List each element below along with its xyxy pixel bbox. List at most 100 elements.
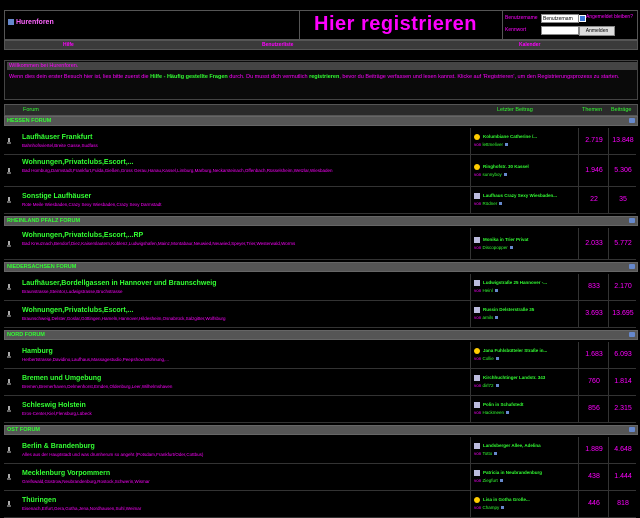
- help-link[interactable]: Hilfe - Häufig gestellte Fragen: [150, 74, 228, 80]
- collapse-icon[interactable]: [629, 332, 635, 337]
- forum-subforums[interactable]: Braunschweig,Delster,Goslar,Göttingen,Ha…: [22, 316, 462, 322]
- last-post-user[interactable]: Ziegfurt: [483, 478, 498, 483]
- last-post-title[interactable]: Laufhaus Crazy Sexy Wiesbaden...: [483, 193, 557, 198]
- register-link[interactable]: registrieren: [309, 74, 339, 80]
- forum-title[interactable]: Laufhäuser Frankfurt: [22, 134, 92, 141]
- goto-last-post-icon[interactable]: [506, 411, 510, 414]
- forum-title[interactable]: Wohnungen,Privatclubs,Escort,...: [22, 159, 134, 166]
- forum-title[interactable]: Thüringen: [22, 497, 56, 504]
- forum-subforums[interactable]: Bahnhofsviertel,Breite Gasse,Sudfass: [22, 143, 462, 149]
- forum-subforums[interactable]: Braunstrasse,Steintor,Ludwigstrasse,Bruc…: [22, 289, 462, 295]
- goto-last-post-icon[interactable]: [509, 245, 513, 249]
- nav-calendar[interactable]: Kalender: [519, 41, 540, 49]
- last-post-author: von Champy: [474, 505, 505, 510]
- goto-last-post-icon[interactable]: [501, 506, 505, 509]
- forum-title[interactable]: Sonstige Laufhäuser: [22, 193, 91, 200]
- forum-subforums[interactable]: Bad Homburg,Darmstadt,Frankfurt,Fulda,Gi…: [22, 168, 462, 174]
- forum-row: Mecklenburg Vorpommern Greifswald,Güstrow…: [4, 464, 636, 491]
- forum-subforums[interactable]: Bad Kreuznach,Bendorf,Diez,Kaiserslauter…: [22, 241, 462, 247]
- category-header[interactable]: RHEINLAND PFALZ FORUM: [4, 216, 638, 226]
- login-button[interactable]: Anmelden: [579, 26, 615, 36]
- last-post-title[interactable]: Polin in Schafstedt: [483, 402, 524, 407]
- forum-subforums[interactable]: Greifswald,Güstrow,Neubrandenburg,Rostoc…: [22, 479, 462, 485]
- last-post-title[interactable]: Monika in Trier Privat: [483, 237, 529, 242]
- last-post-title[interactable]: Ludwigstraße 25 Hannover -...: [483, 280, 547, 285]
- last-post-user[interactable]: Totto: [482, 451, 492, 456]
- remember-checkbox[interactable]: [579, 15, 586, 22]
- password-input[interactable]: [541, 26, 579, 35]
- post-count: 5.772: [608, 228, 637, 259]
- last-post-title[interactable]: Patricia in Neubrandenburg: [483, 470, 542, 475]
- last-post: Russin Delsterstraße 35 von arnils: [470, 301, 579, 327]
- category-title[interactable]: RHEINLAND PFALZ FORUM: [7, 217, 80, 225]
- goto-last-post-icon[interactable]: [503, 172, 507, 176]
- forum-status-icon: [6, 447, 12, 453]
- last-post-user[interactable]: Champy: [483, 505, 500, 510]
- collapse-icon[interactable]: [629, 218, 635, 223]
- goto-last-post-icon[interactable]: [495, 357, 499, 360]
- forum-row: Bremen und Umgebung Bremen,Bremerhaven,De…: [4, 369, 636, 396]
- category-header[interactable]: HESSEN FORUM: [4, 116, 638, 126]
- last-post-user[interactable]: Collie: [483, 356, 494, 361]
- last-post-user[interactable]: Discopopper: [483, 245, 508, 250]
- forum-subforums[interactable]: Alles aus der Hauptstadt und was drumher…: [22, 452, 462, 458]
- forum-subforums[interactable]: Bremen,Bremerhaven,Delmenhorst,Emden,Old…: [22, 384, 462, 390]
- last-post-title[interactable]: Ringhofstr. 30 Kassel: [483, 164, 529, 169]
- forum-subforums[interactable]: Eros-Center,Kiel,Flensburg,Lübeck: [22, 411, 462, 417]
- collapse-icon[interactable]: [629, 118, 635, 123]
- forum-title[interactable]: Laufhäuser,Bordellgassen in Hannover und…: [22, 280, 217, 287]
- last-post-author: von Rödner: [474, 201, 503, 206]
- goto-last-post-icon[interactable]: [495, 316, 499, 319]
- forum-subforums[interactable]: Rote Meile Wiesbaden,Crazy Sexy Wiesbade…: [22, 202, 462, 208]
- last-post-user[interactable]: Hackmeen: [483, 410, 505, 415]
- forum-title[interactable]: Berlin & Brandenburg: [22, 443, 95, 450]
- logo-link[interactable]: Hurenforen: [8, 19, 54, 26]
- collapse-icon[interactable]: [629, 427, 635, 432]
- forum-subforums[interactable]: Eisenach,Erfurt,Gera,Gotha,Jena,Nordhaus…: [22, 506, 462, 512]
- goto-last-post-icon[interactable]: [505, 143, 509, 146]
- goto-last-post-icon[interactable]: [499, 479, 503, 482]
- category-title[interactable]: HESSEN FORUM: [7, 117, 51, 125]
- forum-title[interactable]: Mecklenburg Vorpommern: [22, 470, 110, 477]
- last-post-title[interactable]: Russin Delsterstraße 35: [483, 307, 534, 312]
- nav-memberlist[interactable]: Benutzerliste: [262, 41, 293, 49]
- last-post: Patricia in Neubrandenburg von Ziegfurt: [470, 464, 579, 490]
- category-title[interactable]: NORD FORUM: [7, 331, 45, 339]
- category-title[interactable]: NIEDERSACHSEN FORUM: [7, 263, 76, 271]
- nav-help[interactable]: Hilfe: [63, 41, 74, 49]
- post-count: 6.093: [608, 342, 637, 368]
- goto-last-post-icon[interactable]: [494, 289, 498, 292]
- last-post-title[interactable]: Landsberger Allee, Adelina: [483, 443, 541, 448]
- goto-last-post-icon[interactable]: [494, 452, 498, 455]
- category-header[interactable]: NORD FORUM: [4, 330, 638, 340]
- forum-subforums[interactable]: Herbertstrasse,Davidino,Laufhaus,Massage…: [22, 357, 462, 363]
- forum-title[interactable]: Hamburg: [22, 348, 53, 355]
- username-input[interactable]: [541, 14, 579, 23]
- forum-title[interactable]: Schleswig Holstein: [22, 402, 86, 409]
- last-post-title[interactable]: Lisa in Gotha Große...: [483, 497, 530, 502]
- last-post-user[interactable]: dirl72: [483, 383, 494, 388]
- last-post-user[interactable]: arnils: [483, 315, 494, 320]
- last-post-user[interactable]: Rödner: [483, 201, 498, 206]
- last-post-title[interactable]: Kolumbiane Catherine /...: [483, 134, 537, 139]
- category-header[interactable]: NIEDERSACHSEN FORUM: [4, 262, 638, 272]
- last-post-author: von sunnyboy: [474, 172, 507, 177]
- last-post-title[interactable]: Jana Fuhlsbütteler Straße in...: [483, 348, 547, 353]
- forum-title[interactable]: Bremen und Umgebung: [22, 375, 101, 382]
- col-forum: Forum: [23, 107, 39, 113]
- last-post-user[interactable]: sunnyboy: [483, 172, 502, 177]
- page-title[interactable]: Hier registrieren: [314, 13, 477, 36]
- category-header[interactable]: OST FORUM: [4, 425, 638, 435]
- last-post-user[interactable]: Heinl: [483, 288, 493, 293]
- category-title[interactable]: OST FORUM: [7, 426, 40, 434]
- last-post-user[interactable]: lettmeliver: [483, 142, 504, 147]
- last-post-title[interactable]: Kirchhuchtinger Landstr. 343: [483, 375, 545, 380]
- collapse-icon[interactable]: [629, 264, 635, 269]
- forum-status-icon: [6, 197, 12, 203]
- goto-last-post-icon[interactable]: [495, 384, 499, 387]
- forum-status-icon: [6, 379, 12, 385]
- post-icon: [474, 280, 480, 286]
- goto-last-post-icon[interactable]: [499, 202, 503, 205]
- forum-title[interactable]: Wohnungen,Privatclubs,Escort,...RP: [22, 232, 143, 239]
- forum-title[interactable]: Wohnungen,Privatclubs,Escort,...: [22, 307, 134, 314]
